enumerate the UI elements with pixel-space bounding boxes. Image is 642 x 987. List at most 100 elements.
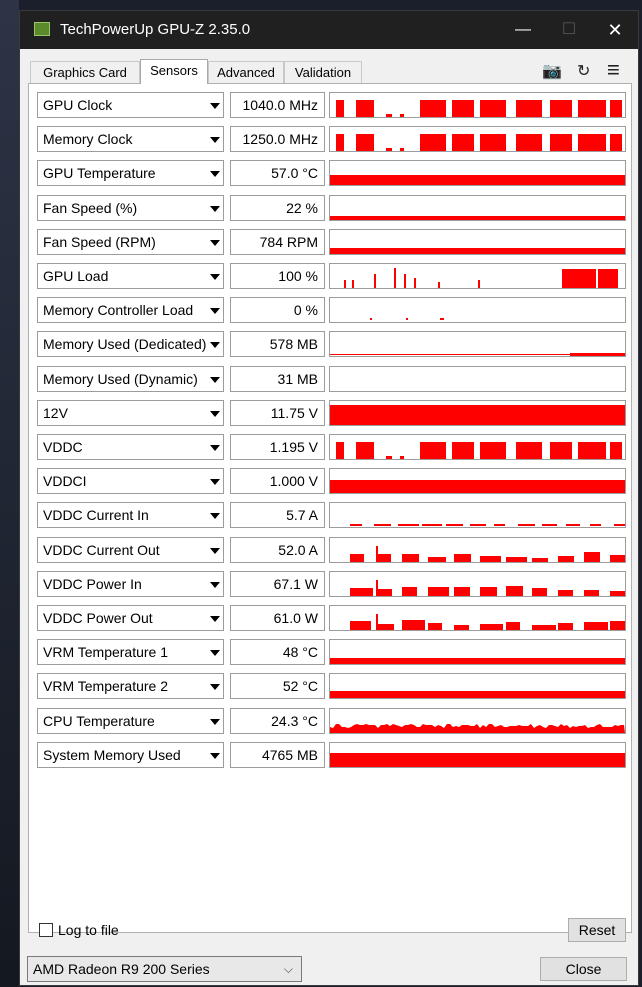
- sensor-value: 5.7 A: [230, 502, 325, 529]
- close-button[interactable]: Close: [540, 957, 627, 981]
- sensor-name-dropdown[interactable]: GPU Temperature: [37, 160, 224, 187]
- sensor-name: 12V: [43, 404, 68, 421]
- gpu-z-app-icon: [34, 22, 50, 36]
- chevron-down-icon: ⌵: [283, 962, 293, 976]
- sensor-name: VDDC: [43, 439, 83, 455]
- sensor-name: Memory Clock: [43, 131, 133, 148]
- chevron-down-icon: [210, 205, 220, 212]
- refresh-icon[interactable]: ↻: [577, 61, 590, 81]
- sensor-graph: [329, 639, 626, 666]
- sensor-name-dropdown[interactable]: VDDC: [37, 434, 224, 460]
- sensor-name: Memory Used (Dynamic): [43, 370, 198, 387]
- sensor-name-dropdown[interactable]: VRM Temperature 2: [37, 673, 224, 700]
- sensor-row: VDDC Current Out 52.0 A: [37, 536, 627, 565]
- maximize-button[interactable]: ☐: [546, 11, 592, 49]
- sensor-graph: [329, 741, 626, 768]
- reset-button[interactable]: Reset: [568, 918, 626, 942]
- tab-validation[interactable]: Validation: [284, 61, 362, 83]
- chevron-down-icon: [210, 274, 220, 280]
- sensor-row: VRM Temperature 2 52 °C: [37, 673, 627, 701]
- sensor-name-dropdown[interactable]: VDDC Power Out: [37, 605, 224, 631]
- sensor-name: GPU Temperature: [43, 165, 156, 182]
- sensor-graph: [329, 502, 626, 529]
- chevron-down-icon: [210, 616, 220, 622]
- sensor-value: 48 °C: [230, 639, 325, 666]
- sensor-name: Memory Controller Load: [43, 302, 194, 319]
- sensor-row: Fan Speed (RPM) 784 RPM: [37, 228, 627, 257]
- sensor-graph: [329, 263, 626, 289]
- sensor-name-dropdown[interactable]: Memory Used (Dedicated): [37, 331, 224, 358]
- sensor-value: 1250.0 MHz: [230, 126, 325, 153]
- chevron-down-icon: [210, 718, 220, 725]
- hamburger-menu-icon[interactable]: ≡: [607, 57, 620, 83]
- chevron-down-icon: [210, 479, 220, 486]
- sensor-name-dropdown[interactable]: VDDC Current Out: [37, 536, 224, 563]
- sensor-name: VDDC Power In: [43, 575, 142, 592]
- sensor-name-dropdown[interactable]: 12V: [37, 399, 224, 426]
- sensor-value: 31 MB: [230, 365, 325, 392]
- sensor-value: 784 RPM: [230, 228, 325, 255]
- sensor-graph: [329, 194, 626, 221]
- sensor-value: 1.000 V: [230, 468, 325, 495]
- sensor-row: VDDC Power In 67.1 W: [37, 570, 627, 599]
- sensor-name-dropdown[interactable]: System Memory Used: [37, 741, 224, 768]
- sensor-row: Memory Controller Load 0 %: [37, 297, 627, 325]
- sensor-name-dropdown[interactable]: VDDCI: [37, 468, 224, 495]
- sensor-name-dropdown[interactable]: VDDC Power In: [37, 570, 224, 597]
- sensor-value: 1.195 V: [230, 434, 325, 460]
- chevron-down-icon: [210, 103, 220, 109]
- sensor-row: CPU Temperature 24.3 °C: [37, 707, 627, 736]
- sensor-name: VRM Temperature 2: [43, 678, 169, 695]
- sensor-name-dropdown[interactable]: Fan Speed (%): [37, 194, 224, 221]
- sensor-name: CPU Temperature: [43, 712, 155, 729]
- sensor-name-dropdown[interactable]: VDDC Current In: [37, 502, 224, 529]
- sensor-name-dropdown[interactable]: Memory Used (Dynamic): [37, 365, 224, 392]
- sensor-name-dropdown[interactable]: CPU Temperature: [37, 707, 224, 734]
- sensor-graph: [329, 92, 626, 118]
- sensor-name-dropdown[interactable]: GPU Clock: [37, 92, 224, 118]
- sensor-name-dropdown[interactable]: Memory Controller Load: [37, 297, 224, 324]
- minimize-button[interactable]: —: [500, 11, 546, 49]
- sensor-graph: [329, 707, 626, 734]
- sensor-name: VDDC Current Out: [43, 541, 160, 558]
- sensor-value: 67.1 W: [230, 570, 325, 597]
- log-to-file-checkbox[interactable]: [39, 923, 53, 937]
- log-to-file-label: Log to file: [58, 922, 119, 938]
- sensor-row: GPU Temperature 57.0 °C: [37, 160, 627, 188]
- sensor-name-dropdown[interactable]: GPU Load: [37, 263, 224, 289]
- chevron-down-icon: [210, 239, 220, 246]
- chevron-down-icon: [210, 171, 220, 178]
- sensor-row: VDDC Current In 5.7 A: [37, 502, 627, 530]
- gpu-select-value: AMD Radeon R9 200 Series: [33, 961, 210, 977]
- sensor-row: GPU Clock 1040.0 MHz: [37, 92, 627, 120]
- sensor-graph: [329, 605, 626, 631]
- sensor-value: 52 °C: [230, 673, 325, 700]
- tab-sensors[interactable]: Sensors: [140, 59, 208, 84]
- sensor-name-dropdown[interactable]: Fan Speed (RPM): [37, 228, 224, 255]
- sensor-row: VDDC 1.195 V: [37, 434, 627, 462]
- tab-advanced[interactable]: Advanced: [208, 61, 284, 83]
- sensor-row: Memory Used (Dedicated) 578 MB: [37, 331, 627, 359]
- sensor-name-dropdown[interactable]: Memory Clock: [37, 126, 224, 153]
- sensor-name-dropdown[interactable]: VRM Temperature 1: [37, 639, 224, 666]
- sensor-graph: [329, 570, 626, 597]
- camera-icon[interactable]: 📷: [542, 61, 562, 81]
- tab-graphics-card[interactable]: Graphics Card: [30, 61, 140, 83]
- sensor-graph: [329, 434, 626, 460]
- sensor-graph: [329, 331, 626, 358]
- gpu-select-dropdown[interactable]: AMD Radeon R9 200 Series ⌵: [27, 956, 302, 982]
- chevron-down-icon: [210, 581, 220, 588]
- sensor-row: VDDCI 1.000 V: [37, 468, 627, 496]
- sensor-graph: [329, 673, 626, 700]
- sensor-name: VDDC Power Out: [43, 610, 153, 626]
- window-title: TechPowerUp GPU-Z 2.35.0: [60, 21, 251, 38]
- close-window-button[interactable]: ✕: [592, 11, 638, 49]
- sensor-name: VDDCI: [43, 473, 87, 490]
- gpu-z-window: TechPowerUp GPU-Z 2.35.0 — ☐ ✕ Graphics …: [19, 10, 639, 986]
- title-bar[interactable]: TechPowerUp GPU-Z 2.35.0 — ☐ ✕: [20, 11, 638, 49]
- sensor-graph: [329, 365, 626, 392]
- sensor-row: VRM Temperature 1 48 °C: [37, 639, 627, 667]
- chevron-down-icon: [210, 137, 220, 144]
- sensor-name: VDDC Current In: [43, 507, 149, 524]
- sensor-graph: [329, 160, 626, 187]
